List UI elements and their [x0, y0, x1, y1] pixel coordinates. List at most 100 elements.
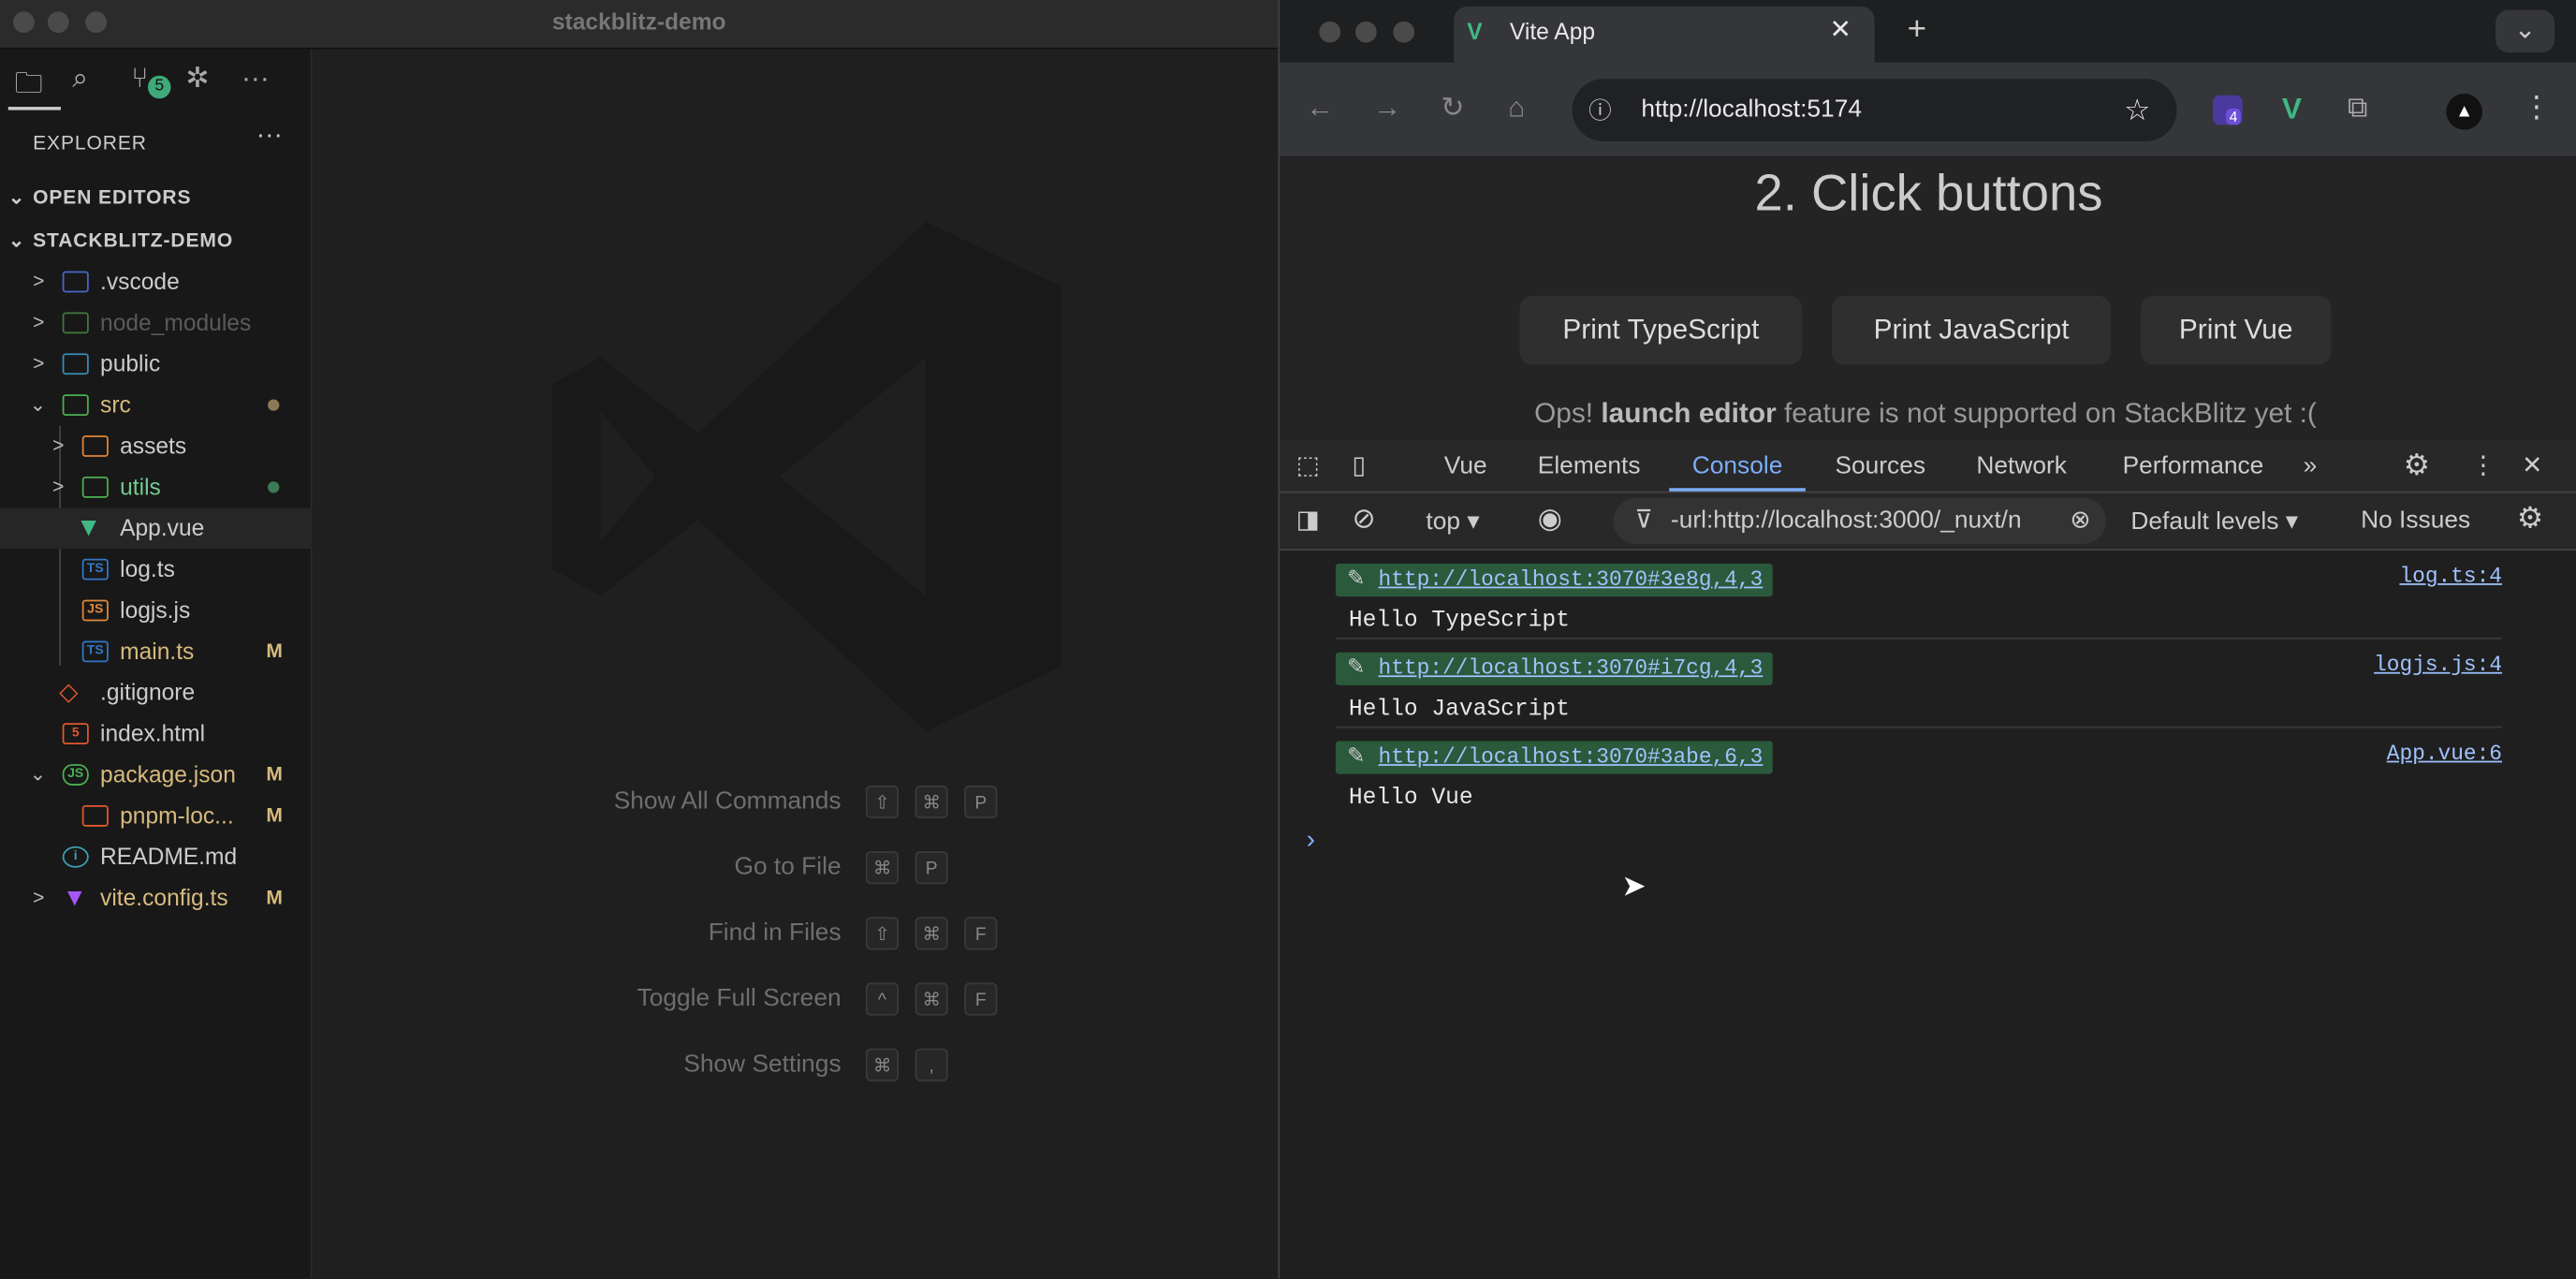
tab-search-icon[interactable]: ⌄ — [2495, 9, 2555, 53]
vue-favicon-icon: V — [1467, 18, 1483, 45]
tab-sources[interactable]: Sources — [1835, 440, 1925, 491]
tab-console[interactable]: Console — [1669, 440, 1806, 492]
tree-item-pnpm-lock[interactable]: pnpm-loc... M — [0, 795, 312, 836]
devtools-menu-icon[interactable]: ⋮ — [2471, 440, 2496, 491]
brush-icon: ✎ — [1347, 655, 1366, 681]
forward-icon[interactable]: → — [1373, 92, 1401, 125]
maximize-window-button[interactable] — [85, 11, 108, 34]
tree-item-index-html[interactable]: 5 index.html — [0, 713, 312, 755]
minimize-window-button[interactable] — [1354, 21, 1377, 43]
tree-item-src[interactable]: ⌄ src — [0, 385, 312, 426]
window-title: stackblitz-demo — [551, 7, 726, 35]
clear-filter-icon[interactable]: ⊗ — [2070, 498, 2090, 544]
inspect-element-icon[interactable]: ⬚ — [1296, 440, 1320, 491]
tree-item-readme[interactable]: i README.md — [0, 836, 312, 877]
modified-dot — [268, 399, 280, 411]
tree-item-vscode[interactable]: > .vscode — [0, 261, 312, 302]
shortcut-find-in-files: Find in Files ⇧ ⌘ F — [314, 917, 1278, 950]
close-window-button[interactable] — [1319, 21, 1341, 43]
source-control-icon[interactable]: ⑂ 5 — [131, 63, 171, 99]
minimize-window-button[interactable] — [47, 11, 69, 34]
tree-item-assets[interactable]: > assets — [0, 426, 312, 467]
extensions-puzzle-icon[interactable]: ⧉ — [2348, 92, 2367, 125]
tree-item-public[interactable]: > public — [0, 344, 312, 385]
tree-item-package-json[interactable]: ⌄ JS package.json M — [0, 755, 312, 796]
new-tab-icon[interactable]: + — [1908, 11, 1927, 49]
context-select[interactable]: top ▾ — [1426, 507, 1479, 536]
issues-counter[interactable]: No Issues — [2361, 507, 2470, 535]
print-javascript-button[interactable]: Print JavaScript — [1831, 295, 2112, 365]
more-icon[interactable]: ··· — [242, 63, 270, 96]
browser-menu-icon[interactable]: ⋮ — [2522, 91, 2552, 125]
git-icon: ◇ — [59, 678, 79, 707]
vite-icon: ▼ — [62, 884, 87, 913]
address-bar[interactable]: ⓘ http://localhost:5174 ☆ — [1572, 79, 2177, 141]
home-icon[interactable]: ⌂ — [1508, 92, 1525, 125]
modified-badge: M — [266, 762, 283, 786]
page-content: 2. Click buttons Print TypeScript Print … — [1280, 157, 2576, 441]
brush-icon: ✎ — [1347, 744, 1366, 770]
explorer-more-icon[interactable]: ··· — [256, 122, 283, 152]
tab-vue[interactable]: Vue — [1444, 440, 1487, 491]
console-settings-icon[interactable]: ⚙ — [2517, 501, 2543, 536]
bookmark-star-icon[interactable]: ☆ — [2124, 79, 2150, 141]
source-link[interactable]: App.vue:6 — [2387, 742, 2502, 766]
tree-item-log-ts[interactable]: TS log.ts — [0, 549, 312, 590]
message-text: Hello JavaScript — [1348, 697, 1570, 724]
tree-item-node-modules[interactable]: > node_modules — [0, 302, 312, 344]
close-window-button[interactable] — [13, 11, 35, 34]
browser-tab[interactable]: V Vite App ✕ — [1454, 7, 1875, 63]
back-icon[interactable]: ← — [1306, 92, 1334, 125]
log-levels-select[interactable]: Default levels ▾ — [2130, 507, 2298, 536]
sidebar-toggle-icon[interactable]: ◨ — [1296, 505, 1320, 535]
extension-icon[interactable]: 4 — [2213, 95, 2243, 125]
console-prompt[interactable]: › — [1303, 827, 1319, 857]
tab-title: Vite App — [1509, 18, 1596, 45]
tab-elements[interactable]: Elements — [1538, 440, 1641, 491]
url-text: http://localhost:5174 — [1641, 95, 1862, 124]
tree-item-gitignore[interactable]: ◇ .gitignore — [0, 672, 312, 713]
close-tab-icon[interactable]: ✕ — [1829, 7, 1852, 56]
tree-item-app-vue[interactable]: ▼ App.vue — [0, 507, 313, 550]
tree-item-main-ts[interactable]: TS main.ts M — [0, 631, 312, 672]
settings-gear-icon[interactable]: ⚙ — [2404, 440, 2430, 491]
folder-icon — [81, 476, 109, 498]
filter-input[interactable]: ⊽ -url:http://localhost:3000/_nuxt/n ⊗ — [1613, 497, 2107, 544]
browser-toolbar: ← → ↻ ⌂ ⓘ http://localhost:5174 ☆ 4 V ⧉ … — [1280, 62, 2576, 158]
tree-item-utils[interactable]: > utils — [0, 466, 312, 507]
log-location-badge[interactable]: ✎ http://localhost:3070#3e8g,4,3 — [1335, 563, 1773, 597]
profile-avatar[interactable]: ▲ — [2446, 94, 2482, 130]
source-link[interactable]: log.ts:4 — [2399, 564, 2502, 588]
tab-strip: V Vite App ✕ + ⌄ — [1280, 0, 2576, 63]
search-icon[interactable]: ⌕ — [72, 63, 88, 96]
tab-network[interactable]: Network — [1976, 440, 2067, 491]
modified-badge: M — [266, 639, 283, 663]
reload-icon[interactable]: ↻ — [1441, 92, 1464, 125]
log-location-badge[interactable]: ✎ http://localhost:3070#i7cg,4,3 — [1335, 652, 1773, 685]
close-devtools-icon[interactable]: ✕ — [2522, 440, 2542, 491]
modified-badge: M — [266, 803, 283, 827]
tab-performance[interactable]: Performance — [2123, 440, 2264, 491]
browser-window: V Vite App ✕ + ⌄ ← → ↻ ⌂ ⓘ http://localh… — [1278, 0, 2576, 1279]
explorer-icon[interactable]: 🗀 — [15, 63, 43, 110]
tree-item-logjs-js[interactable]: JS logjs.js — [0, 590, 312, 631]
shortcut-toggle-full-screen: Toggle Full Screen ^ ⌘ F — [314, 982, 1278, 1016]
tree-item-vite-config[interactable]: > ▼ vite.config.ts M — [0, 877, 312, 919]
console-toolbar: ◨ ⊘ top ▾ ◉ ⊽ -url:http://localhost:3000… — [1280, 492, 2576, 551]
log-location-badge[interactable]: ✎ http://localhost:3070#3abe,6,3 — [1335, 741, 1773, 774]
explorer-sidebar: 🗀 ⌕ ⑂ 5 ✲ ··· EXPLORER ··· ⌄ OPEN EDITORS … — [0, 49, 313, 1279]
filter-icon: ⊽ — [1634, 506, 1653, 535]
device-toolbar-icon[interactable]: ▯ — [1352, 440, 1366, 491]
vue-devtools-extension-icon[interactable]: V — [2282, 92, 2302, 126]
live-expression-eye-icon[interactable]: ◉ — [1538, 503, 1562, 536]
site-info-icon[interactable]: ⓘ — [1588, 79, 1612, 141]
debug-icon[interactable]: ✲ — [185, 63, 209, 96]
print-vue-button[interactable]: Print Vue — [2140, 295, 2332, 365]
maximize-window-button[interactable] — [1393, 21, 1415, 43]
more-tabs-icon[interactable]: » — [2304, 440, 2318, 491]
print-typescript-button[interactable]: Print TypeScript — [1519, 295, 1803, 365]
message-text: Hello TypeScript — [1348, 608, 1570, 635]
source-link[interactable]: logjs.js:4 — [2374, 653, 2502, 677]
clear-console-icon[interactable]: ⊘ — [1352, 503, 1375, 536]
folder-icon — [81, 435, 109, 457]
